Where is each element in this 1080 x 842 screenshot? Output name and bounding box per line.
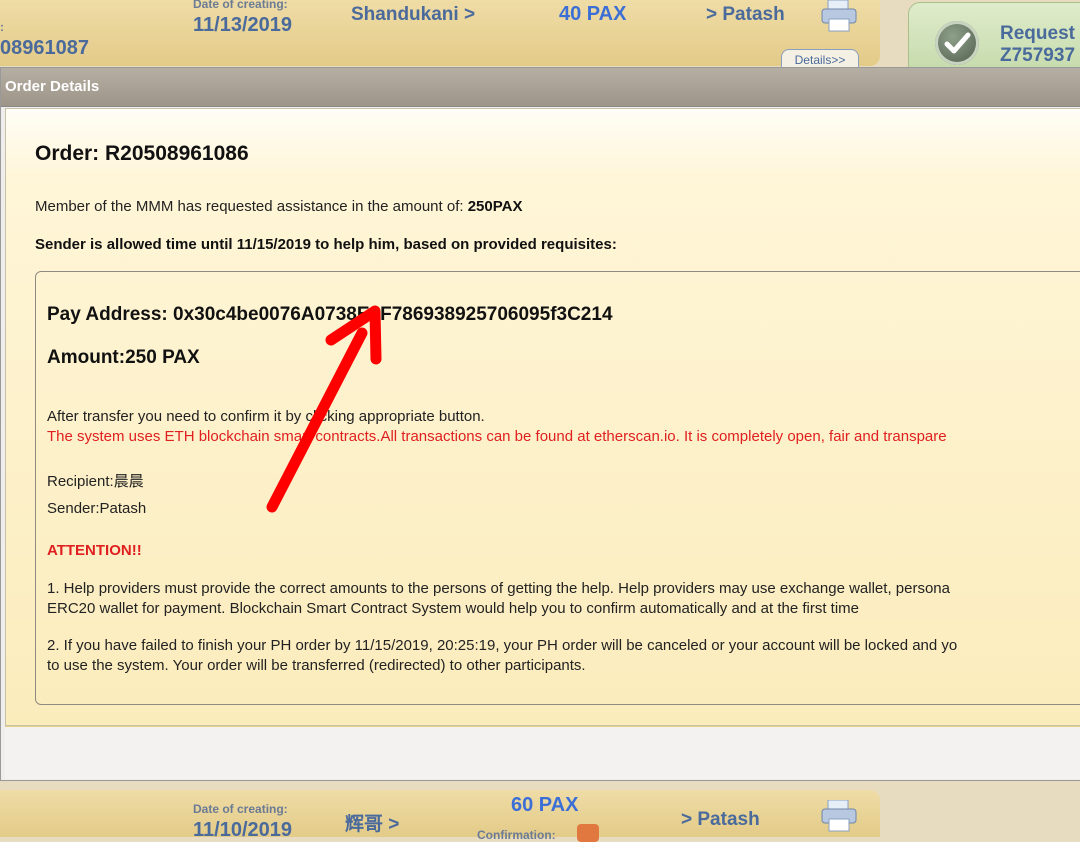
date-value: 11/13/2019 <box>193 14 292 36</box>
request-card[interactable]: Request Z757937 <box>908 2 1080 68</box>
sender-deadline-note: Sender is allowed time until 11/15/2019 … <box>35 236 617 253</box>
amount-pax: 60 PAX <box>511 794 579 816</box>
after-transfer-note: After transfer you need to confirm it by… <box>47 408 485 425</box>
dialog-footer <box>5 726 1080 779</box>
sender-link[interactable]: > Patash <box>681 809 760 831</box>
paragraph-line: to use the system. Your order will be tr… <box>47 657 586 674</box>
paragraph-line: 2. If you have failed to finish your PH … <box>47 637 958 654</box>
amount-pax: 40 PAX <box>559 3 627 25</box>
order-label-partial: : <box>0 20 4 34</box>
attention-heading: ATTENTION!! <box>47 542 142 559</box>
date-value: 11/10/2019 <box>193 819 292 841</box>
paragraph-line: ERC20 wallet for payment. Blockchain Sma… <box>47 600 860 617</box>
printer-icon[interactable] <box>820 800 858 832</box>
recipient-link[interactable]: 辉哥 > <box>345 809 399 836</box>
request-label: Request <box>1000 23 1075 44</box>
confirmation-label: Confirmation: <box>477 828 556 842</box>
paragraph-line: 1. Help providers must provide the corre… <box>47 580 950 597</box>
intro-amount: 250PAX <box>467 198 523 215</box>
dialog-title: Order Details <box>5 78 100 95</box>
sender-link[interactable]: > Patash <box>706 4 785 26</box>
amount: Amount:250 PAX <box>47 347 200 368</box>
dialog-titlebar[interactable]: Order Details <box>1 68 1080 107</box>
recipient-link[interactable]: Shandukani > <box>351 4 475 26</box>
attention-paragraph-1: 1. Help providers must provide the corre… <box>47 579 950 619</box>
order-heading: Order: R20508961086 <box>35 142 249 165</box>
date-label: Date of creating: <box>193 0 288 11</box>
pay-address: Pay Address: 0x30c4be0076A0738E2F7869389… <box>47 304 613 325</box>
confirmation-status-icon <box>577 824 599 842</box>
order-id-partial: 08961087 <box>0 37 89 59</box>
check-icon <box>935 21 979 65</box>
system-note: The system uses ETH blockchain smart con… <box>47 428 947 445</box>
printer-icon[interactable] <box>820 0 858 32</box>
date-label: Date of creating: <box>193 802 288 816</box>
order-details-dialog: Order Details Order: R20508961086 Member… <box>0 67 1080 781</box>
intro-label: Member of the MMM has requested assistan… <box>35 198 468 215</box>
attention-paragraph-2: 2. If you have failed to finish your PH … <box>47 636 957 676</box>
dialog-body: Order: R20508961086 Member of the MMM ha… <box>5 108 1080 726</box>
intro-text: Member of the MMM has requested assistan… <box>35 198 522 215</box>
order-row-bottom: Date of creating: 11/10/2019 辉哥 > 60 PAX… <box>0 790 880 842</box>
request-id: Z757937 <box>1000 45 1076 66</box>
order-row-top: : 08961087 Date of creating: 11/13/2019 … <box>0 0 880 71</box>
sender: Sender:Patash <box>47 500 147 517</box>
requisites-box: Pay Address: 0x30c4be0076A0738E2F7869389… <box>35 271 1080 705</box>
recipient: Recipient:晨晨 <box>47 473 144 490</box>
